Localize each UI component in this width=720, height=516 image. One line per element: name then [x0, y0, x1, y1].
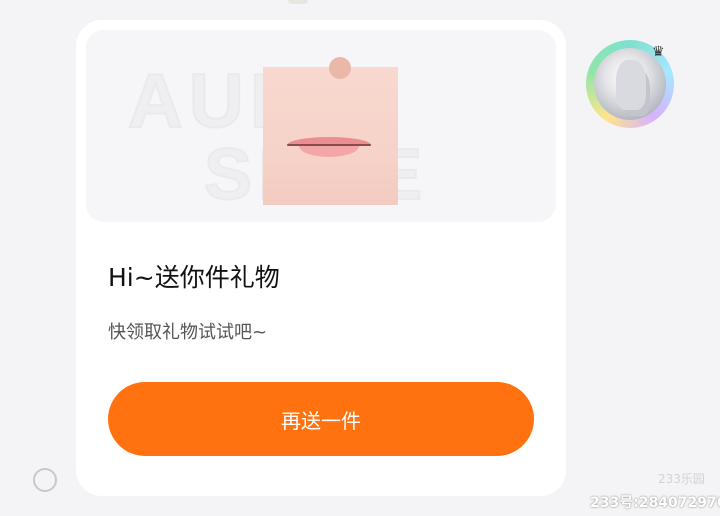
gift-subtitle: 快领取礼物试试吧~	[108, 322, 268, 343]
face-lips	[287, 137, 371, 157]
send-another-button[interactable]: 再送一件	[108, 382, 534, 456]
gift-image[interactable]: AURA SHRE	[86, 30, 556, 222]
gift-title: Hi~送你件礼物	[108, 263, 280, 292]
gift-message-card: AURA SHRE Hi~送你件礼物 快领取礼物试试吧~ 再送一件	[76, 20, 566, 496]
sender-avatar[interactable]: ♛	[586, 40, 674, 128]
decorative-dot	[288, 0, 308, 4]
select-radio[interactable]	[33, 468, 57, 492]
avatar-crown-icon: ♛	[652, 44, 665, 60]
watermark-logo: 233乐园	[658, 472, 705, 486]
face-nose	[329, 57, 351, 79]
watermark-id: 233号:284072976	[590, 495, 720, 511]
gift-face-illustration	[263, 57, 398, 205]
